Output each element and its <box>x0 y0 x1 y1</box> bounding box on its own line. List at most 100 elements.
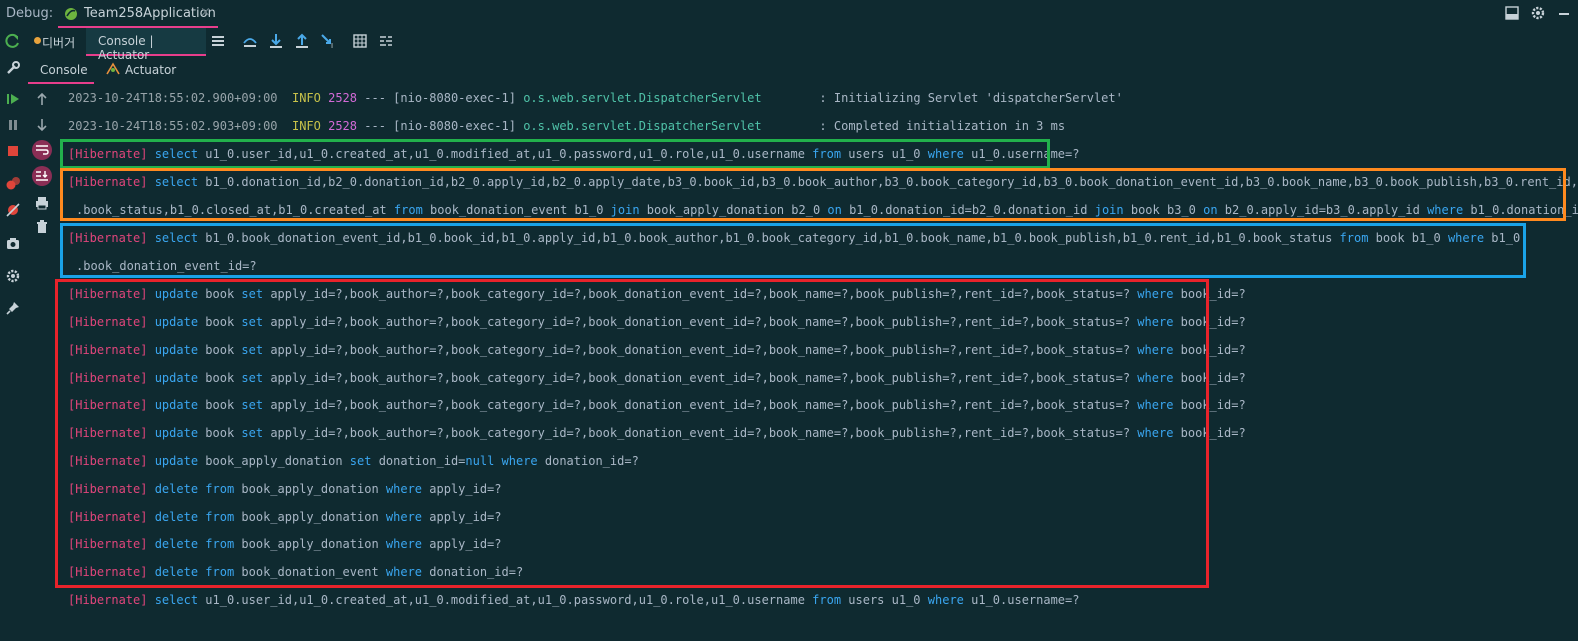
scroll-to-end-button[interactable] <box>32 166 52 186</box>
sql-keyword: where <box>1137 343 1174 357</box>
sql-keyword: where <box>1137 315 1174 329</box>
sql-text: book <box>198 315 242 329</box>
sql-keyword: select <box>147 175 206 189</box>
sql-text: users u1_0 <box>841 147 928 161</box>
tab-debugger-label: 디버거 <box>42 36 76 50</box>
hibernate-tag: [Hibernate] <box>68 315 148 329</box>
sql-update-book: [Hibernate] update book set apply_id=?,b… <box>68 398 1246 412</box>
sql-keyword: from <box>205 482 235 496</box>
sql-text: b1_0.donation_id=b2_0.donation_id <box>841 203 1095 217</box>
sql-text: book_id=? <box>1173 371 1246 385</box>
sql-text: b2_0.apply_id=b3_0.apply_id <box>1217 203 1428 217</box>
sql-keyword: where <box>927 593 964 607</box>
hibernate-tag: [Hibernate] <box>68 426 148 440</box>
sql-text: u1_0.username=? <box>963 147 1080 161</box>
sql-keyword: set <box>241 371 264 385</box>
mute-breakpoints-icon[interactable] <box>5 202 21 218</box>
minimize-icon[interactable] <box>1556 5 1572 21</box>
sql-text: book_donation_event b1_0 <box>422 203 611 217</box>
sql-keyword: where <box>501 454 538 468</box>
evaluate-table-icon[interactable] <box>352 33 368 49</box>
sql-keyword: where <box>1137 371 1174 385</box>
view-breakpoints-icon[interactable] <box>5 175 21 191</box>
print-icon[interactable] <box>34 195 50 211</box>
hibernate-tag: [Hibernate] <box>68 565 148 579</box>
tab-actuator-label: Actuator <box>125 63 177 77</box>
up-arrow-icon[interactable] <box>34 91 50 107</box>
pin-icon[interactable] <box>5 300 21 316</box>
sql-text: donation_id=? <box>537 454 639 468</box>
hibernate-tag: [Hibernate] <box>68 454 148 468</box>
hibernate-tag: [Hibernate] <box>68 231 148 245</box>
sql-select-book-line2: .book_donation_event_id=? <box>76 259 257 273</box>
close-tab-icon[interactable]: × <box>200 5 211 20</box>
step-out-icon[interactable] <box>294 33 310 49</box>
sql-keyword: set <box>241 287 264 301</box>
sql-keyword: from <box>1339 231 1369 245</box>
sql-keyword: update <box>147 454 199 468</box>
sql-text: book b3_0 <box>1123 203 1204 217</box>
sql-text: book b1_0 <box>1368 231 1448 245</box>
trace-icon[interactable] <box>378 33 394 49</box>
log-level: INFO <box>291 91 321 105</box>
camera-icon[interactable] <box>5 235 21 251</box>
run-to-cursor-icon[interactable]: I <box>320 33 336 49</box>
log-pid: 2528 <box>328 91 358 105</box>
hibernate-tag: [Hibernate] <box>68 398 148 412</box>
sql-keyword: where <box>385 565 423 579</box>
sql-text: apply_id=?,book_author=?,book_category_i… <box>263 315 1138 329</box>
debug-label: Debug: <box>6 6 54 21</box>
rerun-icon[interactable] <box>5 33 21 49</box>
sql-keyword: delete <box>147 537 206 551</box>
tab-debugger[interactable]: 디버거 <box>30 28 78 54</box>
sql-text: book_apply_donation <box>234 537 386 551</box>
sql-keyword: join <box>1094 203 1124 217</box>
stop-icon[interactable] <box>5 143 21 159</box>
resume-icon[interactable] <box>5 91 21 107</box>
down-arrow-icon[interactable] <box>34 117 50 133</box>
hibernate-tag: [Hibernate] <box>68 287 148 301</box>
sql-text: u1_0.username=? <box>963 593 1080 607</box>
sql-keyword: from <box>812 593 842 607</box>
sql-text: b1_0.donation_id,b2_0.donation_id,b2_0.a… <box>205 175 1578 189</box>
sql-text: book <box>198 371 242 385</box>
sql-text: apply_id=?,book_author=?,book_category_i… <box>263 287 1138 301</box>
sql-keyword: where <box>927 147 964 161</box>
step-over-icon[interactable] <box>242 33 258 49</box>
sql-delete-donation-event: [Hibernate] delete from book_donation_ev… <box>68 565 523 579</box>
sql-text: book_id=? <box>1173 315 1246 329</box>
wrench-icon[interactable] <box>5 60 21 76</box>
menu-icon[interactable] <box>210 33 226 49</box>
sql-text: book_id=? <box>1173 287 1246 301</box>
gear-icon[interactable] <box>1530 5 1546 21</box>
run-config-tab[interactable]: Team258Application × <box>58 0 218 28</box>
sql-text: book_id=? <box>1173 398 1246 412</box>
sql-select-users: [Hibernate] select u1_0.user_id,u1_0.cre… <box>68 147 1079 161</box>
sql-keyword: null <box>465 454 495 468</box>
sql-keyword: delete <box>147 510 206 524</box>
pause-icon[interactable] <box>5 117 21 133</box>
sql-keyword: where <box>1427 203 1464 217</box>
settings-icon[interactable] <box>5 268 21 284</box>
sql-keyword: select <box>147 147 206 161</box>
tab-console-actuator[interactable]: Console | Actuator <box>86 28 206 62</box>
scroll-to-end-icon <box>36 171 48 181</box>
sql-update-book: [Hibernate] update book set apply_id=?,b… <box>68 315 1246 329</box>
tab-console[interactable]: Console <box>28 58 94 84</box>
log-message: : Initializing Servlet 'dispatcherServle… <box>819 91 1123 105</box>
sql-keyword: where <box>1137 426 1174 440</box>
hibernate-tag: [Hibernate] <box>68 593 148 607</box>
layout-icon[interactable] <box>1504 5 1520 21</box>
sql-text: u1_0.user_id,u1_0.created_at,u1_0.modifi… <box>205 593 813 607</box>
sql-keyword: update <box>147 343 199 357</box>
sql-keyword: set <box>241 398 264 412</box>
sql-select-users: [Hibernate] select u1_0.user_id,u1_0.cre… <box>68 593 1079 607</box>
step-into-icon[interactable] <box>268 33 284 49</box>
soft-wrap-button[interactable] <box>32 140 52 160</box>
tab-actuator[interactable]: Actuator <box>100 58 190 82</box>
sql-keyword: where <box>1447 231 1485 245</box>
sql-keyword: set <box>241 343 264 357</box>
hibernate-tag: [Hibernate] <box>68 510 148 524</box>
sql-text: apply_id=? <box>422 510 502 524</box>
trash-icon[interactable] <box>34 219 50 235</box>
